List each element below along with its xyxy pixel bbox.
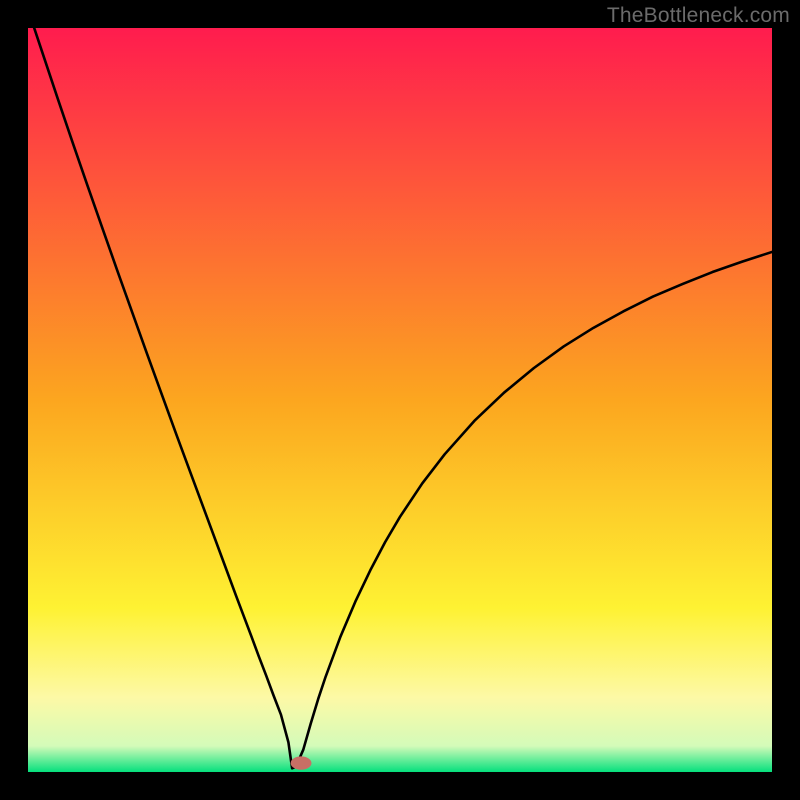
curve-minimum-marker — [291, 756, 312, 769]
watermark-text: TheBottleneck.com — [607, 4, 790, 28]
chart-svg — [28, 28, 772, 772]
chart-plot-area — [28, 28, 772, 772]
chart-background — [28, 28, 772, 772]
chart-frame: TheBottleneck.com — [0, 0, 800, 800]
